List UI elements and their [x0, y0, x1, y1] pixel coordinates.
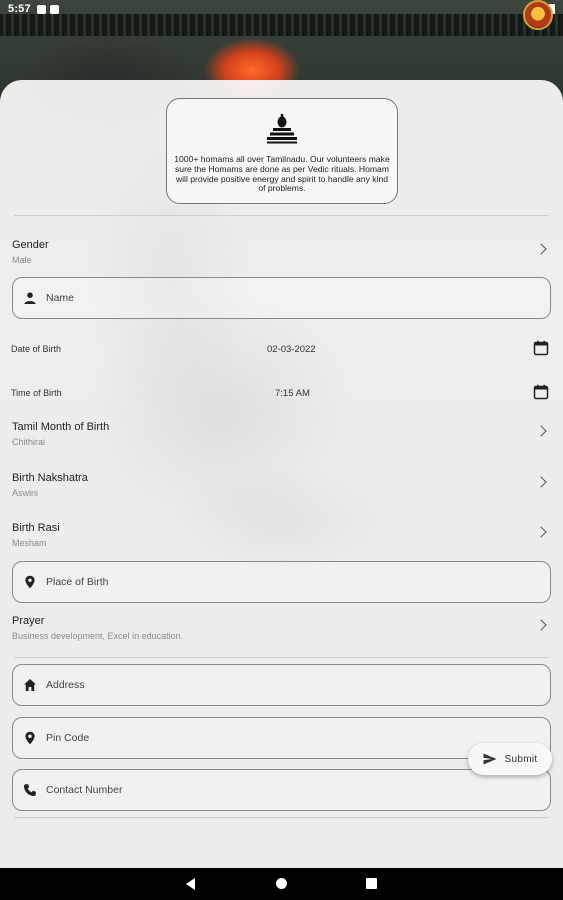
pin-code-placeholder: Pin Code	[46, 732, 90, 744]
nakshatra-selector[interactable]: Birth Nakshatra Aswini	[12, 472, 551, 512]
rasi-value: Mesham	[12, 538, 47, 548]
rasi-label: Birth Rasi	[12, 522, 60, 534]
rasi-selector[interactable]: Birth Rasi Mesham	[12, 522, 551, 562]
address-field[interactable]: Address	[12, 664, 551, 706]
name-placeholder: Name	[46, 292, 75, 304]
nakshatra-value: Aswini	[12, 488, 39, 498]
date-of-birth-value: 02-03-2022	[267, 344, 316, 355]
prayer-selector[interactable]: Prayer Business development, Excel in ed…	[12, 615, 551, 655]
chevron-right-icon	[535, 476, 547, 488]
submit-label: Submit	[504, 753, 538, 765]
home-button-icon[interactable]	[276, 878, 287, 889]
address-placeholder: Address	[46, 679, 85, 691]
home-icon	[24, 679, 36, 691]
tamil-month-value: Chithirai	[12, 437, 46, 447]
name-field[interactable]: Name	[12, 277, 551, 319]
place-of-birth-field[interactable]: Place of Birth	[12, 561, 551, 603]
chevron-right-icon	[535, 526, 547, 538]
date-of-birth-label: Date of Birth	[11, 344, 62, 354]
divider	[14, 817, 549, 818]
nakshatra-label: Birth Nakshatra	[12, 472, 88, 484]
divider	[14, 657, 549, 658]
tamil-month-selector[interactable]: Tamil Month of Birth Chithirai	[12, 421, 551, 461]
back-icon[interactable]	[186, 878, 195, 890]
calendar-icon[interactable]	[533, 340, 549, 356]
recents-icon[interactable]	[366, 878, 377, 889]
time-of-birth-label: Time of Birth	[11, 388, 62, 398]
info-card: 1000+ homams all over Tamilnadu. Our vol…	[166, 98, 398, 204]
tamil-month-label: Tamil Month of Birth	[12, 421, 110, 433]
chevron-right-icon	[535, 243, 547, 255]
location-pin-icon	[25, 575, 35, 589]
notification-icons	[36, 4, 59, 14]
homam-logo-icon	[267, 114, 297, 144]
chevron-right-icon	[535, 619, 547, 631]
time-of-birth-row[interactable]: Time of Birth 7:15 AM	[11, 384, 549, 408]
info-text: 1000+ homams all over Tamilnadu. Our vol…	[174, 154, 390, 194]
date-of-birth-row[interactable]: Date of Birth 02-03-2022	[11, 340, 549, 364]
submit-button[interactable]: Submit	[468, 743, 552, 775]
send-icon	[483, 753, 497, 765]
contact-number-field[interactable]: Contact Number	[12, 769, 551, 811]
gender-value: Male	[12, 255, 32, 265]
status-bar: 5:57	[0, 0, 563, 18]
time-of-birth-value: 7:15 AM	[275, 388, 310, 399]
prayer-label: Prayer	[12, 615, 45, 627]
person-icon	[24, 292, 36, 304]
chevron-right-icon	[535, 425, 547, 437]
notification-icon	[36, 4, 46, 14]
calendar-icon[interactable]	[533, 384, 549, 400]
location-pin-icon	[25, 731, 35, 745]
contact-number-placeholder: Contact Number	[46, 784, 123, 796]
notification-icon	[49, 4, 59, 14]
place-of-birth-placeholder: Place of Birth	[46, 576, 109, 588]
system-navigation-bar	[0, 868, 563, 900]
prayer-value: Business development, Excel in education…	[12, 631, 184, 641]
app-logo-avatar[interactable]	[523, 0, 553, 30]
gender-label: Gender	[12, 239, 49, 251]
gender-selector[interactable]: Gender Male	[12, 239, 551, 279]
divider	[14, 215, 549, 216]
phone-icon	[24, 784, 36, 796]
status-time: 5:57	[8, 3, 31, 15]
